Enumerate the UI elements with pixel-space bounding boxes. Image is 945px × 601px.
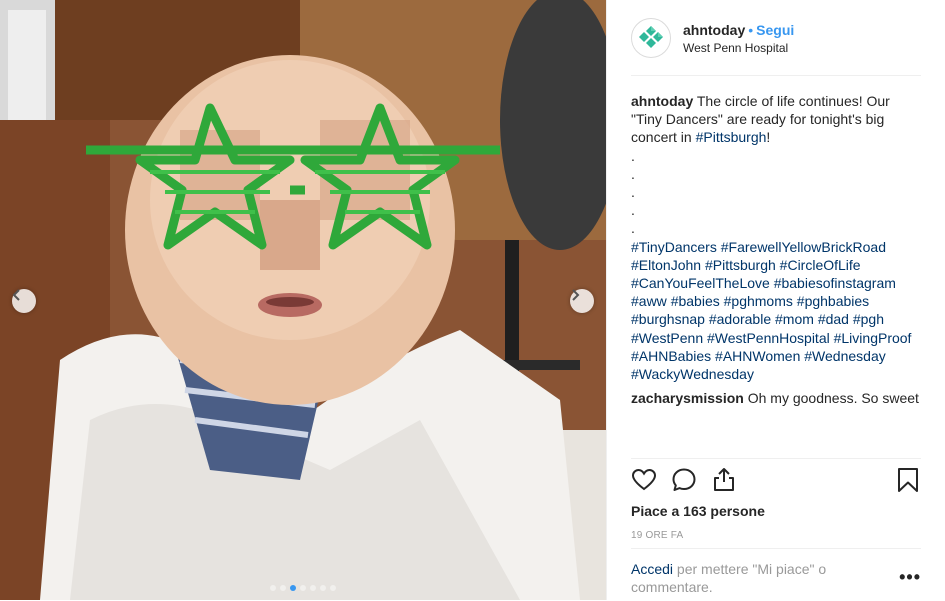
login-link[interactable]: Accedi <box>631 561 673 577</box>
hashtag-link[interactable]: #FarewellYellowBrickRoad <box>721 239 886 255</box>
hashtag-link[interactable]: #LivingProof <box>834 330 912 346</box>
caption-dot-line: . <box>631 147 635 164</box>
heart-icon <box>631 468 657 491</box>
action-bar <box>631 467 921 497</box>
hashtag-link[interactable]: #EltonJohn <box>631 257 701 273</box>
caption-dot-line: . <box>631 184 635 201</box>
caption-username[interactable]: ahntoday <box>631 93 693 109</box>
hashtag-link[interactable]: #AHNWomen <box>715 348 800 364</box>
speech-bubble-icon <box>672 468 696 491</box>
hashtag-link[interactable]: #pghbabies <box>797 293 869 309</box>
hashtag-link[interactable]: #aww <box>631 293 667 309</box>
comment-username[interactable]: zacharysmission <box>631 390 744 406</box>
hashtag-link[interactable]: #Wednesday <box>804 348 885 364</box>
next-photo-button[interactable] <box>570 289 594 313</box>
caption-dots: ..... <box>631 147 921 238</box>
hashtag-link[interactable]: #WackyWednesday <box>631 366 754 382</box>
hashtag-link[interactable]: #mom <box>775 311 814 327</box>
caption-dot-line: . <box>631 220 635 237</box>
caption-dot-line: . <box>631 165 635 182</box>
carousel-dot <box>270 585 276 591</box>
login-prompt: Accedi per mettere "Mi piace" o commenta… <box>631 560 871 596</box>
hashtag-link[interactable]: #pghmoms <box>724 293 793 309</box>
post-username[interactable]: ahntoday <box>683 22 745 38</box>
hashtag-link[interactable]: #Pittsburgh <box>705 257 776 273</box>
more-options-button[interactable]: ••• <box>899 567 921 588</box>
share-button[interactable] <box>711 467 739 495</box>
carousel-dot <box>280 585 286 591</box>
hashtag-link[interactable]: #AHNBabies <box>631 348 711 364</box>
carousel-indicator <box>0 585 606 591</box>
comments-section: ahntoday The circle of life continues! O… <box>631 92 921 448</box>
carousel-dot <box>310 585 316 591</box>
separator-dot: • <box>748 22 754 38</box>
hashtag-link[interactable]: #adorable <box>709 311 771 327</box>
carousel-dot <box>320 585 326 591</box>
hashtag-link[interactable]: #dad <box>818 311 849 327</box>
likes-count[interactable]: Piace a 163 persone <box>631 503 765 519</box>
post-timestamp[interactable]: 19 ORE FA <box>631 530 683 541</box>
chevron-left-icon <box>12 289 20 301</box>
hashtag-list: #TinyDancers #FarewellYellowBrickRoad #E… <box>631 238 921 384</box>
like-button[interactable] <box>631 467 659 495</box>
caption-hashtag[interactable]: #Pittsburgh <box>696 129 767 145</box>
comment-text: Oh my goodness. So sweet <box>743 390 919 407</box>
carousel-dot <box>330 585 336 591</box>
share-icon <box>714 468 734 491</box>
divider <box>631 458 921 460</box>
post-photo <box>0 0 606 600</box>
comment: zacharysmission Oh my goodness. So sweet <box>631 389 921 407</box>
hashtag-link[interactable]: #pgh <box>853 311 884 327</box>
hashtag-link[interactable]: #WestPenn <box>631 330 703 346</box>
chevron-right-icon <box>572 289 580 301</box>
post-location[interactable]: West Penn Hospital <box>683 41 788 55</box>
hashtag-link[interactable]: #CanYouFeelTheLove <box>631 275 770 291</box>
comment-button[interactable] <box>671 467 699 495</box>
previous-photo-button[interactable] <box>12 289 36 313</box>
baby-photo-illustration <box>0 0 606 600</box>
hashtag-link[interactable]: #WestPennHospital <box>707 330 830 346</box>
bookmark-icon <box>898 468 918 492</box>
ahn-logo-icon <box>639 26 663 48</box>
carousel-dot <box>290 585 296 591</box>
hashtag-link[interactable]: #babiesofinstagram <box>774 275 896 291</box>
avatar[interactable] <box>631 18 671 58</box>
hashtag-link[interactable]: #babies <box>671 293 720 309</box>
save-button[interactable] <box>895 467 923 495</box>
login-footer: Accedi per mettere "Mi piace" o commenta… <box>631 548 921 601</box>
caption-text-end: ! <box>766 129 771 146</box>
caption: ahntoday The circle of life continues! O… <box>631 92 921 383</box>
hashtag-link[interactable]: #TinyDancers <box>631 239 717 255</box>
caption-dot-line: . <box>631 202 635 219</box>
carousel-dot <box>300 585 306 591</box>
hashtag-link[interactable]: #burghsnap <box>631 311 705 327</box>
post-details-panel: ahntoday • Segui West Penn Hospital ahntod… <box>606 0 945 600</box>
follow-button[interactable]: Segui <box>756 22 794 38</box>
post-header: ahntoday • Segui West Penn Hospital <box>631 14 921 76</box>
hashtag-link[interactable]: #CircleOfLife <box>780 257 861 273</box>
